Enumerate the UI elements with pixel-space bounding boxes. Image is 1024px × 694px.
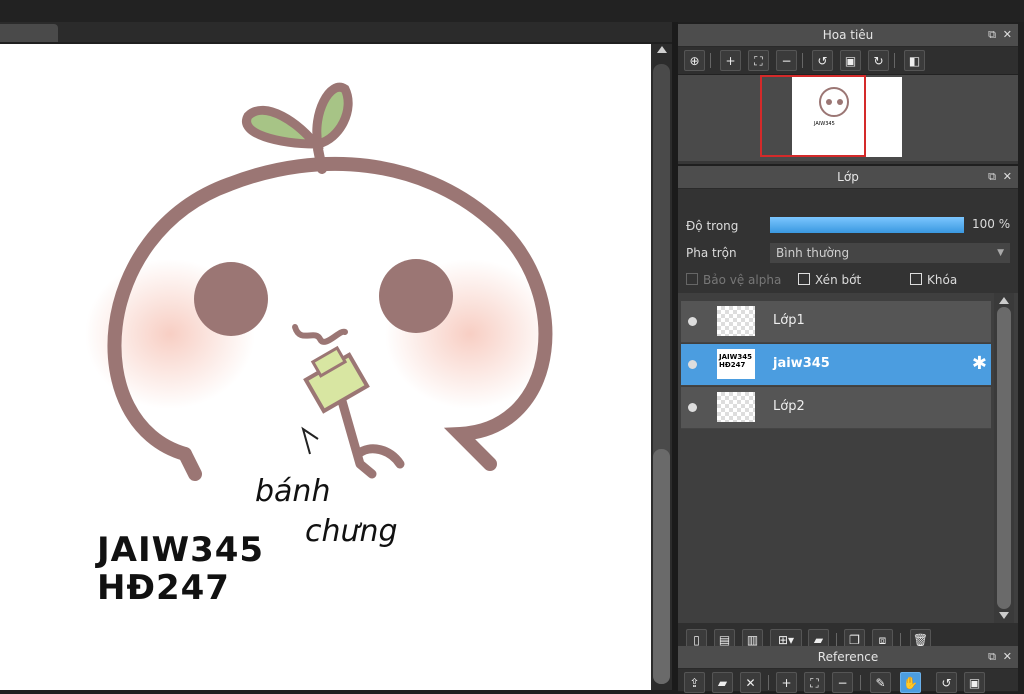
layer-list-scrollbar[interactable] xyxy=(994,293,1014,623)
document-tab[interactable] xyxy=(0,24,58,42)
watermark-line-2: HĐ247 xyxy=(97,568,230,608)
layers-panel: Lớp ⧉ ✕ Độ trong 100 % Pha trộn Bình thư… xyxy=(678,166,1018,657)
canvas-vertical-scrollbar[interactable] xyxy=(651,44,672,690)
blend-label: Pha trộn xyxy=(686,246,737,260)
lock-label: Khóa xyxy=(927,273,958,287)
lock-checkbox[interactable]: Khóa xyxy=(910,273,957,287)
clipping-label: Xén bớt xyxy=(815,273,862,287)
banh-chung-cake xyxy=(303,345,370,414)
right-leaf xyxy=(312,82,353,150)
scroll-thumb[interactable] xyxy=(653,449,670,684)
app-top-bar xyxy=(0,0,1024,22)
scroll-up-arrow-icon[interactable] xyxy=(657,46,667,53)
close-icon[interactable]: ✕ xyxy=(1003,166,1012,188)
layer-name: Lớp2 xyxy=(773,399,805,414)
gear-icon[interactable]: ✱ xyxy=(972,353,987,374)
annotation-text-1: bánh xyxy=(255,474,331,509)
layer-name: jaiw345 xyxy=(773,356,830,371)
opacity-label: Độ trong xyxy=(686,219,739,233)
navigator-panel: Hoa tiêu ⧉ ✕ ⊕ + ⛶ − ↺ ▣ ↻ ◧ JAIW345 xyxy=(678,24,1018,164)
document-tab-strip xyxy=(0,22,672,42)
layer-list: Lớp1 JAIW345 HĐ247 jaiw345 ✱ Lớp2 xyxy=(678,293,1018,623)
undock-icon[interactable]: ⧉ xyxy=(988,646,996,668)
close-icon[interactable]: ✕ xyxy=(1003,646,1012,668)
reference-title-text: Reference xyxy=(817,650,879,664)
annotation-arrow xyxy=(301,426,319,455)
layer-row[interactable]: Lớp1 xyxy=(681,301,991,343)
layer-thumbnail xyxy=(717,392,755,422)
opacity-value: 100 % xyxy=(972,217,1011,231)
zoom-fit-icon[interactable]: ⊕ xyxy=(684,50,705,71)
layer-row[interactable]: Lớp2 xyxy=(681,387,991,429)
rotate-left-icon[interactable]: ↺ xyxy=(812,50,833,71)
watermark-line-1: JAIW345 xyxy=(97,530,265,570)
left-eye xyxy=(194,262,268,336)
close-icon[interactable]: ✕ xyxy=(1003,24,1012,46)
drawing-canvas[interactable]: bánh chưng JAIW345 HĐ247 xyxy=(0,44,651,690)
rotate-right-icon[interactable]: ↻ xyxy=(868,50,889,71)
navigator-title-text: Hoa tiêu xyxy=(822,28,874,42)
layer-row-selected[interactable]: JAIW345 HĐ247 jaiw345 ✱ xyxy=(681,344,991,386)
scroll-up-arrow-icon[interactable] xyxy=(999,297,1009,304)
scroll-down-arrow-icon[interactable] xyxy=(999,612,1009,619)
protect-alpha-label: Bảo vệ alpha xyxy=(703,273,782,287)
navigator-toolbar: ⊕ + ⛶ − ↺ ▣ ↻ ◧ xyxy=(678,47,1018,75)
reset-view-icon[interactable]: ▣ xyxy=(840,50,861,71)
layer-properties: Độ trong 100 % Pha trộn Bình thường ▼ Bả… xyxy=(678,189,1018,293)
hand xyxy=(335,389,405,479)
reference-toolbar: ⇪ ▰ ✕ + ⛶ − ✎ ✋ ↺ ▣ xyxy=(678,669,1018,693)
zoom-out-icon[interactable]: − xyxy=(776,50,797,71)
layer-thumbnail-text: JAIW345 HĐ247 xyxy=(719,353,752,369)
undock-icon[interactable]: ⧉ xyxy=(988,24,996,46)
visibility-icon[interactable] xyxy=(688,360,697,369)
zoom-in-icon[interactable]: + xyxy=(720,50,741,71)
layers-title-text: Lớp xyxy=(837,170,859,184)
annotation-text-2: chưng xyxy=(305,514,398,549)
navigator-title: Hoa tiêu ⧉ ✕ xyxy=(678,24,1018,47)
right-eye xyxy=(379,259,453,333)
flip-icon[interactable]: ◧ xyxy=(904,50,925,71)
reference-panel: Reference ⧉ ✕ ⇪ ▰ ✕ + ⛶ − ✎ ✋ ↺ ▣ xyxy=(678,646,1018,693)
mouth xyxy=(292,324,348,345)
layer-name: Lớp1 xyxy=(773,313,805,328)
protect-alpha-checkbox[interactable]: Bảo vệ alpha xyxy=(686,273,781,287)
navigator-view-frame[interactable] xyxy=(760,75,866,157)
navigator-preview[interactable]: JAIW345 xyxy=(678,75,1018,161)
chevron-down-icon: ▼ xyxy=(997,248,1004,258)
clipping-checkbox[interactable]: Xén bớt xyxy=(798,273,861,287)
blend-mode-select[interactable]: Bình thường ▼ xyxy=(770,243,1010,263)
reference-title: Reference ⧉ ✕ xyxy=(678,646,1018,669)
fit-window-icon[interactable]: ⛶ xyxy=(748,50,769,71)
visibility-icon[interactable] xyxy=(688,317,697,326)
scroll-thumb[interactable] xyxy=(997,307,1011,609)
undock-icon[interactable]: ⧉ xyxy=(988,166,996,188)
opacity-slider[interactable] xyxy=(770,217,964,233)
layer-thumbnail xyxy=(717,306,755,336)
layers-title: Lớp ⧉ ✕ xyxy=(678,166,1018,189)
blend-mode-value: Bình thường xyxy=(776,246,850,260)
visibility-icon[interactable] xyxy=(688,403,697,412)
left-leaf xyxy=(242,105,325,149)
